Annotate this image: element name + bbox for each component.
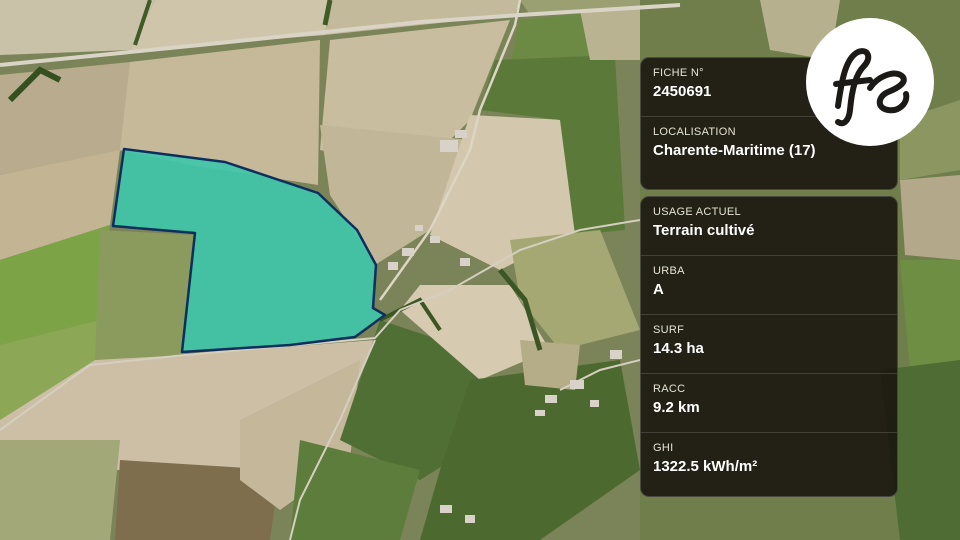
field xyxy=(0,440,120,540)
fs-monogram-icon xyxy=(833,48,910,127)
details-panel: USAGE ACTUEL Terrain cultivé URBA A SURF 14.3… xyxy=(640,196,898,497)
detail-label: SURF xyxy=(653,324,685,336)
detail-value: 1322.5 kWh/m² xyxy=(653,458,758,475)
detail-value: A xyxy=(653,281,664,298)
detail-label: RACC xyxy=(653,383,686,395)
detail-row: USAGE ACTUEL Terrain cultivé xyxy=(641,197,897,256)
field xyxy=(900,260,960,370)
detail-row: SURF 14.3 ha xyxy=(641,315,897,374)
field xyxy=(580,8,640,60)
field xyxy=(900,175,960,260)
detail-value: Terrain cultivé xyxy=(653,222,755,239)
detail-label: USAGE ACTUEL xyxy=(653,206,741,218)
detail-row: GHI 1322.5 kWh/m² xyxy=(641,433,897,496)
detail-value: 14.3 ha xyxy=(653,340,704,357)
fs-monogram-logo xyxy=(806,18,934,146)
detail-value: 9.2 km xyxy=(653,399,700,416)
detail-row: RACC 9.2 km xyxy=(641,374,897,433)
detail-label: GHI xyxy=(653,442,674,454)
detail-row: URBA A xyxy=(641,256,897,315)
detail-label: URBA xyxy=(653,265,685,277)
field xyxy=(95,230,195,360)
